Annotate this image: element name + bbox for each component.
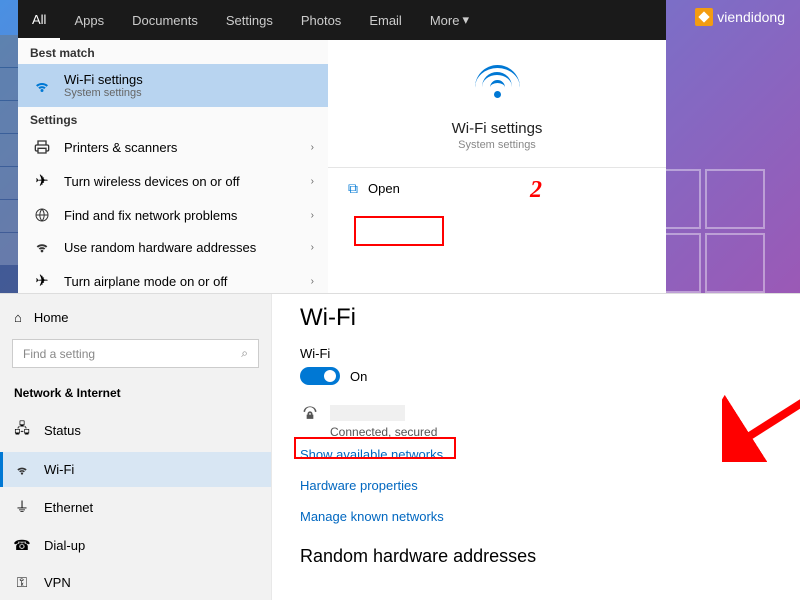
chevron-right-icon: ›: [311, 176, 314, 187]
open-icon: ⧉: [348, 180, 358, 197]
result-wifi-settings[interactable]: Wi-Fi settings System settings: [18, 64, 328, 107]
hardware-properties-link[interactable]: Hardware properties: [300, 478, 772, 493]
result-title: Wi-Fi settings: [64, 72, 314, 87]
annotation-highlight-open: [354, 216, 444, 246]
wifi-icon: [475, 65, 520, 110]
tab-all[interactable]: All: [18, 0, 60, 40]
tab-documents[interactable]: Documents: [118, 0, 212, 40]
result-random-hw[interactable]: Use random hardware addresses ›: [18, 231, 328, 263]
network-name: [330, 405, 405, 421]
result-network-troubleshoot[interactable]: Find and fix network problems ›: [18, 199, 328, 231]
annotation-highlight-show: [294, 437, 456, 459]
search-tab-bar: All Apps Documents Settings Photos Email…: [18, 0, 666, 40]
result-printers[interactable]: Printers & scanners ›: [18, 131, 328, 163]
wifi-small-icon: [32, 239, 52, 255]
search-icon: ⌕: [241, 346, 248, 361]
tab-photos[interactable]: Photos: [287, 0, 355, 40]
nav-dialup[interactable]: ☎ Dial-up: [0, 527, 271, 564]
settings-section-label: Settings: [18, 107, 328, 131]
wifi-toggle[interactable]: [300, 367, 340, 385]
globe-icon: [32, 207, 52, 223]
secured-wifi-icon: [300, 403, 320, 423]
status-icon: 🖧: [14, 418, 30, 442]
chevron-right-icon: ›: [311, 142, 314, 153]
search-input[interactable]: Find a setting ⌕: [12, 339, 259, 368]
tab-more[interactable]: More ▾: [416, 0, 483, 40]
toggle-state: On: [350, 369, 367, 384]
best-match-label: Best match: [18, 40, 328, 64]
manage-networks-link[interactable]: Manage known networks: [300, 509, 772, 524]
chevron-right-icon: ›: [311, 242, 314, 253]
tab-apps[interactable]: Apps: [60, 0, 118, 40]
wifi-section-label: Wi-Fi: [300, 346, 772, 361]
page-title: Wi-Fi: [300, 304, 772, 332]
result-subtitle: System settings: [64, 87, 314, 99]
annotation-number: 2: [530, 177, 542, 204]
vpn-icon: ⚿: [14, 574, 30, 591]
nav-wifi[interactable]: Wi-Fi: [0, 452, 271, 487]
chevron-right-icon: ›: [311, 210, 314, 221]
chevron-right-icon: ›: [311, 276, 314, 287]
home-button[interactable]: ⌂ Home: [0, 304, 271, 331]
category-label: Network & Internet: [0, 382, 271, 408]
nav-ethernet[interactable]: ⏚ Ethernet: [0, 487, 271, 527]
wifi-icon: [14, 463, 30, 477]
annotation-arrow: [722, 382, 800, 462]
tab-email[interactable]: Email: [355, 0, 416, 40]
random-hw-heading: Random hardware addresses: [300, 546, 772, 567]
home-icon: ⌂: [14, 310, 22, 325]
printer-icon: [32, 139, 52, 155]
nav-status[interactable]: 🖧 Status: [0, 408, 271, 452]
detail-title: Wi-Fi settings: [452, 120, 543, 137]
ethernet-icon: ⏚: [14, 497, 30, 517]
watermark-logo: viendidong: [695, 8, 785, 26]
tab-settings[interactable]: Settings: [212, 0, 287, 40]
detail-subtitle: System settings: [458, 139, 536, 151]
airplane-icon: ✈: [32, 271, 52, 291]
dialup-icon: ☎: [14, 537, 30, 554]
wifi-icon: [32, 77, 52, 95]
watermark-text: viendidong: [717, 9, 785, 25]
airplane-icon: ✈: [32, 171, 52, 191]
result-wireless-toggle[interactable]: ✈ Turn wireless devices on or off ›: [18, 163, 328, 199]
open-button[interactable]: ⧉ Open: [328, 168, 666, 209]
nav-vpn[interactable]: ⚿ VPN: [0, 564, 271, 601]
chevron-down-icon: ▾: [462, 12, 469, 28]
